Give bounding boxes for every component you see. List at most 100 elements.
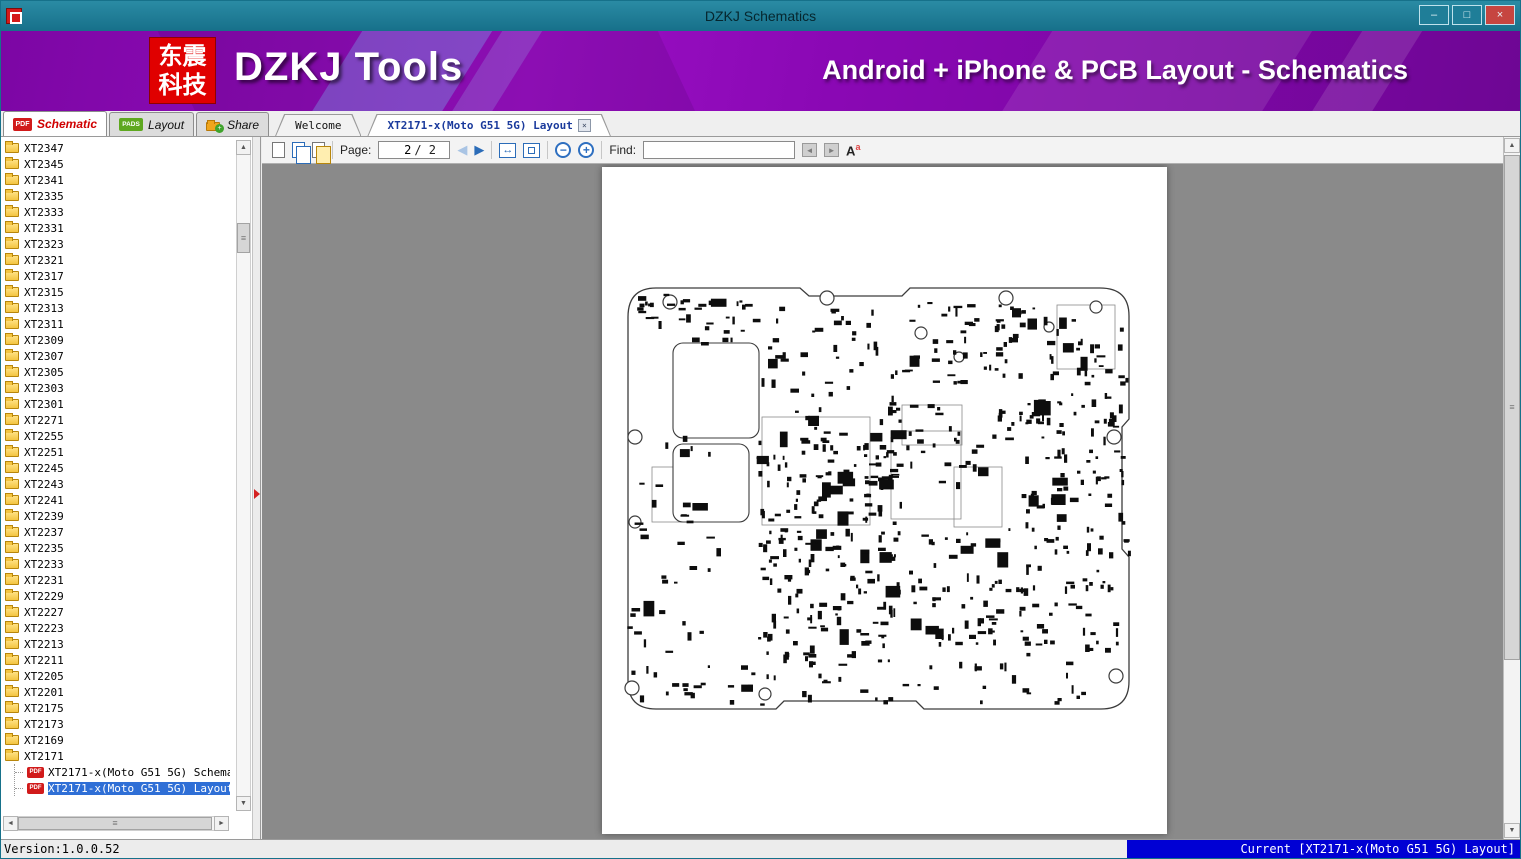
tree-folder-item[interactable]: XT2303	[1, 380, 230, 396]
tree-folder-item[interactable]: XT2241	[1, 492, 230, 508]
company-logo: 东震 科技	[149, 37, 216, 104]
scroll-right-icon[interactable]: ►	[214, 816, 229, 831]
tab-share[interactable]: + Share	[196, 112, 269, 136]
scroll-down-icon[interactable]: ▼	[1504, 823, 1520, 838]
tree-folder-item[interactable]: XT2305	[1, 364, 230, 380]
tree-folder-item[interactable]: XT2255	[1, 428, 230, 444]
tree-folder-item[interactable]: XT2227	[1, 604, 230, 620]
tree-folder-item[interactable]: XT2235	[1, 540, 230, 556]
tree-folder-item[interactable]: XT2301	[1, 396, 230, 412]
find-next-icon[interactable]: ►	[824, 143, 839, 157]
tree-folder-item[interactable]: XT2271	[1, 412, 230, 428]
tree-folder-item[interactable]: XT2309	[1, 332, 230, 348]
pcb-layout-sheet[interactable]	[602, 167, 1167, 834]
tree-folder-item[interactable]: XT2321	[1, 252, 230, 268]
doc-tab-welcome[interactable]: Welcome	[275, 114, 361, 136]
doc-tab-layout[interactable]: XT2171-x(Moto G51 5G) Layout ×	[367, 114, 610, 136]
tree-folder-item[interactable]: XT2175	[1, 700, 230, 716]
tree-folder-item[interactable]: XT2239	[1, 508, 230, 524]
tree-folder-item[interactable]: XT2233	[1, 556, 230, 572]
tree-folder-item[interactable]: XT2169	[1, 732, 230, 748]
tree-folder-item[interactable]: XT2223	[1, 620, 230, 636]
scroll-up-icon[interactable]: ▲	[236, 140, 251, 155]
tree-folder-item[interactable]: XT2173	[1, 716, 230, 732]
folder-icon	[5, 495, 19, 505]
pcb-viewer[interactable]	[262, 164, 1503, 839]
tree-folder-item[interactable]: XT2211	[1, 652, 230, 668]
tab-layout-label: Layout	[148, 118, 184, 132]
folder-icon	[5, 223, 19, 233]
font-size-icon[interactable]: Aa	[846, 142, 860, 158]
find-previous-icon[interactable]: ◄	[802, 143, 817, 157]
folder-icon	[5, 191, 19, 201]
folder-icon	[5, 335, 19, 345]
tree-folder-item[interactable]: XT2345	[1, 156, 230, 172]
version-label: Version:1.0.0.52	[4, 842, 120, 856]
close-button[interactable]: ×	[1485, 5, 1515, 25]
tree-folder-item[interactable]: XT2333	[1, 204, 230, 220]
tree-children: PDF XT2171-x(Moto G51 5G) Schematic PDF …	[14, 764, 230, 796]
tree-folder-item[interactable]: XT2331	[1, 220, 230, 236]
fit-page-icon[interactable]	[523, 143, 540, 158]
tree-folder-item[interactable]: XT2313	[1, 300, 230, 316]
tree-folder-item[interactable]: XT2311	[1, 316, 230, 332]
scrollbar-thumb[interactable]: ≡	[1504, 155, 1520, 660]
page-number-box: / 2	[378, 141, 450, 159]
scrollbar-thumb[interactable]: ≡	[18, 817, 212, 830]
tree-folder-item[interactable]: XT2335	[1, 188, 230, 204]
tree-folder-item[interactable]: XT2231	[1, 572, 230, 588]
sidebar-horizontal-scrollbar[interactable]: ◄ ≡ ►	[3, 816, 229, 831]
folder-icon	[5, 175, 19, 185]
tree-folder-item[interactable]: XT2201	[1, 684, 230, 700]
tree-folder-item[interactable]: XT2317	[1, 268, 230, 284]
zoom-in-icon[interactable]: +	[578, 142, 594, 158]
scroll-down-icon[interactable]: ▼	[236, 796, 251, 811]
scrollbar-thumb[interactable]: ≡	[237, 223, 250, 253]
page-icon[interactable]	[272, 142, 285, 158]
tree-folder-item[interactable]: XT2213	[1, 636, 230, 652]
fit-width-icon[interactable]: ↔	[499, 143, 516, 158]
tree-folder-item[interactable]: XT2245	[1, 460, 230, 476]
sidebar-collapse-handle[interactable]	[254, 489, 260, 499]
tree-folder-item[interactable]: XT2229	[1, 588, 230, 604]
duplicate-page-icon[interactable]	[312, 142, 325, 158]
page-input[interactable]	[383, 143, 411, 157]
tree-item-schematic[interactable]: PDF XT2171-x(Moto G51 5G) Schematic	[15, 764, 230, 780]
copy-page-icon[interactable]	[292, 142, 305, 158]
tree-folder-item[interactable]: XT2243	[1, 476, 230, 492]
tree-folder-item[interactable]: XT2171	[1, 748, 230, 764]
tree-folder-item[interactable]: XT2205	[1, 668, 230, 684]
scroll-left-icon[interactable]: ◄	[3, 816, 18, 831]
tree-folder-item[interactable]: XT2347	[1, 140, 230, 156]
folder-icon	[5, 367, 19, 377]
previous-page-icon[interactable]: ◀	[457, 142, 467, 158]
scroll-up-icon[interactable]: ▲	[1504, 138, 1520, 153]
sidebar-vertical-scrollbar[interactable]: ▲ ≡ ▼	[236, 140, 251, 811]
minimize-button[interactable]: –	[1419, 5, 1449, 25]
pdf-icon: PDF	[13, 118, 32, 131]
next-page-icon[interactable]: ▶	[474, 142, 484, 158]
tree-item-layout-selected[interactable]: PDF XT2171-x(Moto G51 5G) Layout	[15, 780, 230, 796]
tree-folder-item[interactable]: XT2251	[1, 444, 230, 460]
tree-folder-item[interactable]: XT2323	[1, 236, 230, 252]
find-input[interactable]	[643, 141, 795, 159]
tab-close-icon[interactable]: ×	[578, 119, 591, 132]
tree-folder-item[interactable]: XT2307	[1, 348, 230, 364]
status-bar: Version:1.0.0.52 Current [XT2171-x(Moto …	[1, 839, 1520, 858]
tab-schematic[interactable]: PDF Schematic	[3, 111, 107, 136]
viewer-vertical-scrollbar[interactable]: ▲ ≡ ▼	[1503, 137, 1520, 839]
tree-folder-item[interactable]: XT2237	[1, 524, 230, 540]
header-banner: 东震 科技 DZKJ Tools Android + iPhone & PCB …	[1, 31, 1520, 111]
folder-icon	[5, 399, 19, 409]
tab-layout[interactable]: PADS Layout	[109, 112, 194, 136]
maximize-button[interactable]: □	[1452, 5, 1482, 25]
folder-icon	[5, 351, 19, 361]
toolbar-separator	[491, 141, 492, 159]
sidebar-splitter[interactable]	[252, 137, 260, 839]
zoom-out-icon[interactable]: −	[555, 142, 571, 158]
tree-folder-item[interactable]: XT2315	[1, 284, 230, 300]
tab-schematic-label: Schematic	[37, 117, 97, 131]
tree-folder-item[interactable]: XT2341	[1, 172, 230, 188]
folder-icon	[5, 303, 19, 313]
folder-icon	[5, 159, 19, 169]
